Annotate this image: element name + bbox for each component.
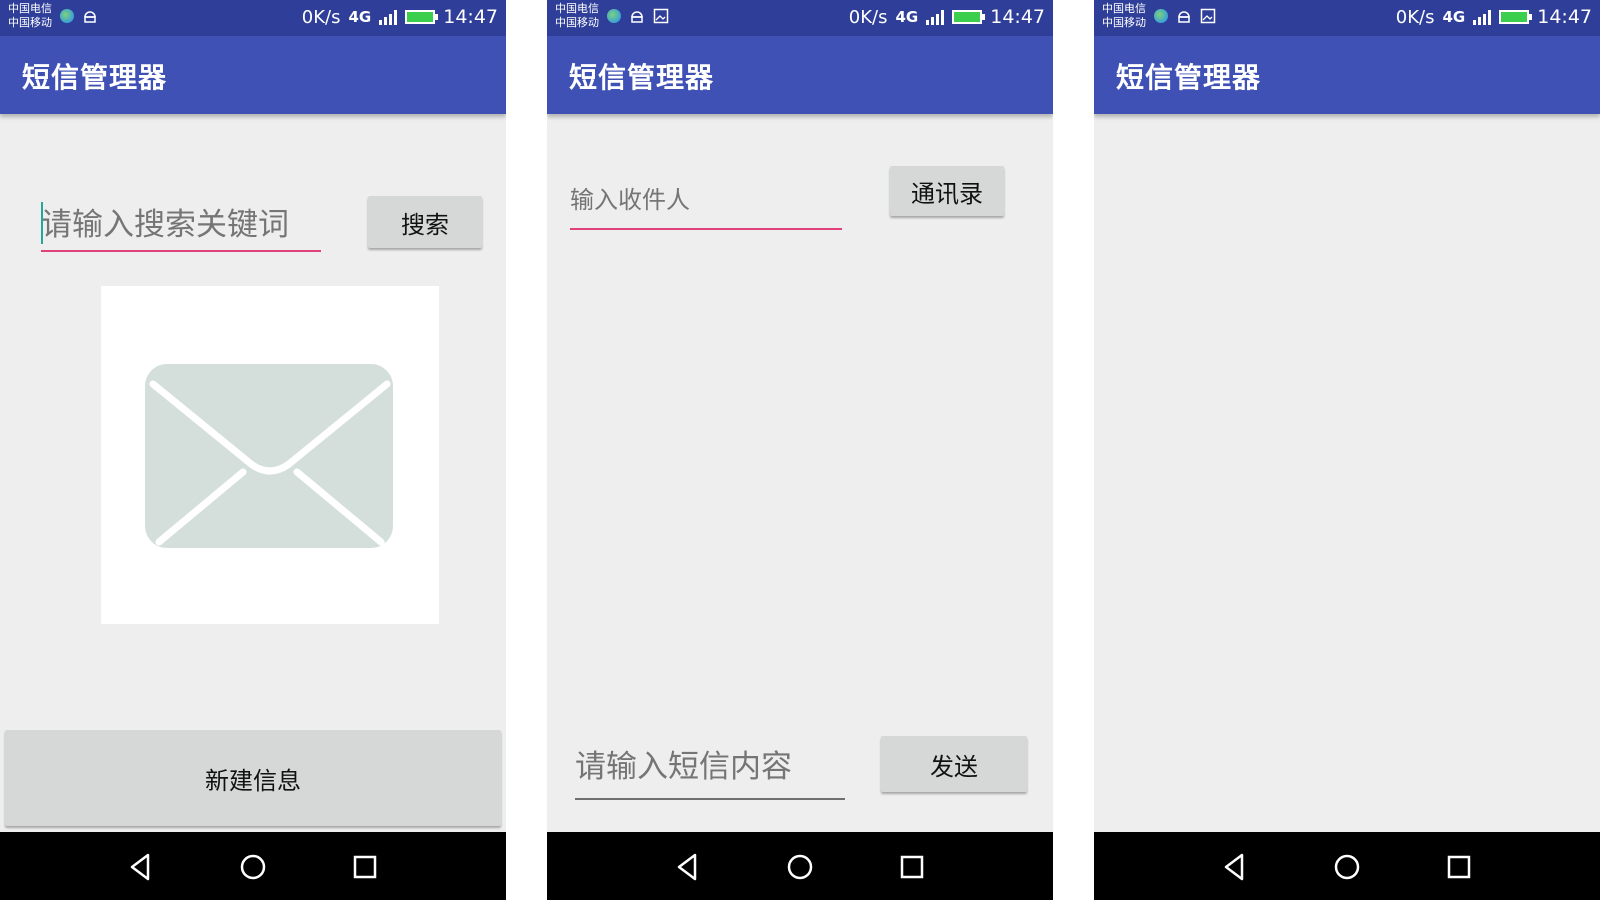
navigation-bar	[0, 832, 506, 900]
clock: 14:47	[1537, 6, 1592, 28]
status-bar: 中国电信 中国移动 0K/s 4G 14:47	[547, 0, 1053, 36]
notification-icons	[607, 8, 669, 24]
carrier-labels: 中国电信 中国移动	[1102, 2, 1146, 30]
contacts-button[interactable]: 通讯录	[890, 166, 1004, 216]
envelope-icon	[145, 364, 393, 548]
globe-icon	[607, 9, 621, 23]
carrier-2: 中国移动	[8, 16, 52, 29]
network-type: 4G	[895, 8, 919, 26]
carrier-1: 中国电信	[1102, 2, 1146, 15]
home-icon[interactable]	[238, 852, 268, 882]
app-title: 短信管理器	[22, 61, 168, 94]
net-speed: 0K/s	[1395, 6, 1435, 28]
app-bar: 短信管理器	[547, 36, 1053, 114]
app-bar: 短信管理器	[1094, 36, 1600, 114]
image-icon	[653, 8, 669, 24]
home-icon[interactable]	[785, 852, 815, 882]
status-right: 0K/s 4G 14:47	[302, 6, 498, 28]
clock: 14:47	[990, 6, 1045, 28]
battery-icon	[1499, 10, 1533, 24]
notification-icons	[1154, 8, 1216, 24]
net-speed: 0K/s	[301, 6, 341, 28]
home-icon[interactable]	[1332, 852, 1362, 882]
status-right: 0K/s 4G 14:47	[849, 6, 1045, 28]
signal-icon	[1473, 9, 1492, 25]
recent-apps-icon[interactable]	[350, 852, 380, 882]
notification-icons	[60, 8, 98, 24]
status-bar: 中国电信 中国移动 0K/s 4G 14:47	[1094, 0, 1600, 36]
battery-icon	[405, 10, 439, 24]
carrier-1: 中国电信	[8, 2, 52, 15]
net-speed: 0K/s	[848, 6, 888, 28]
phone-screen-empty: 中国电信 中国移动 0K/s 4G 14:47 短信管理器	[1094, 0, 1600, 900]
android-icon	[631, 11, 643, 23]
app-title: 短信管理器	[569, 61, 715, 94]
battery-icon	[952, 10, 986, 24]
recent-apps-icon[interactable]	[897, 852, 927, 882]
network-type: 4G	[1442, 8, 1466, 26]
envelope-image	[101, 286, 439, 624]
carrier-labels: 中国电信 中国移动	[8, 2, 52, 30]
search-button[interactable]: 搜索	[368, 196, 482, 248]
back-icon[interactable]	[1220, 852, 1250, 882]
android-icon	[1178, 11, 1190, 23]
message-content-input[interactable]	[575, 736, 845, 800]
android-icon	[84, 11, 96, 23]
globe-icon	[1154, 9, 1168, 23]
signal-icon	[379, 9, 398, 25]
app-title: 短信管理器	[1116, 61, 1262, 94]
app-bar: 短信管理器	[0, 36, 506, 114]
navigation-bar	[547, 832, 1053, 900]
back-icon[interactable]	[126, 852, 156, 882]
phone-screen-compose: 中国电信 中国移动 0K/s 4G 14:47 短信管理器 输入收件人 通讯录 …	[547, 0, 1053, 900]
status-bar: 中国电信 中国移动 0K/s 4G 14:47	[0, 0, 506, 36]
carrier-1: 中国电信	[555, 2, 599, 15]
navigation-bar	[1094, 832, 1600, 900]
network-type: 4G	[348, 8, 372, 26]
carrier-2: 中国移动	[1102, 16, 1146, 29]
text-cursor	[41, 202, 43, 244]
back-icon[interactable]	[673, 852, 703, 882]
image-icon	[1200, 8, 1216, 24]
clock: 14:47	[443, 6, 498, 28]
new-message-button[interactable]: 新建信息	[5, 730, 501, 826]
status-right: 0K/s 4G 14:47	[1396, 6, 1592, 28]
send-button[interactable]: 发送	[881, 736, 1027, 792]
recipient-input[interactable]	[570, 172, 842, 230]
signal-icon	[926, 9, 945, 25]
globe-icon	[60, 9, 74, 23]
search-input[interactable]	[41, 200, 321, 252]
carrier-labels: 中国电信 中国移动	[555, 2, 599, 30]
empty-content-area	[1094, 114, 1600, 832]
phone-screen-main: 中国电信 中国移动 0K/s 4G 14:47 短信管理器 搜索	[0, 0, 506, 900]
carrier-2: 中国移动	[555, 16, 599, 29]
recent-apps-icon[interactable]	[1444, 852, 1474, 882]
